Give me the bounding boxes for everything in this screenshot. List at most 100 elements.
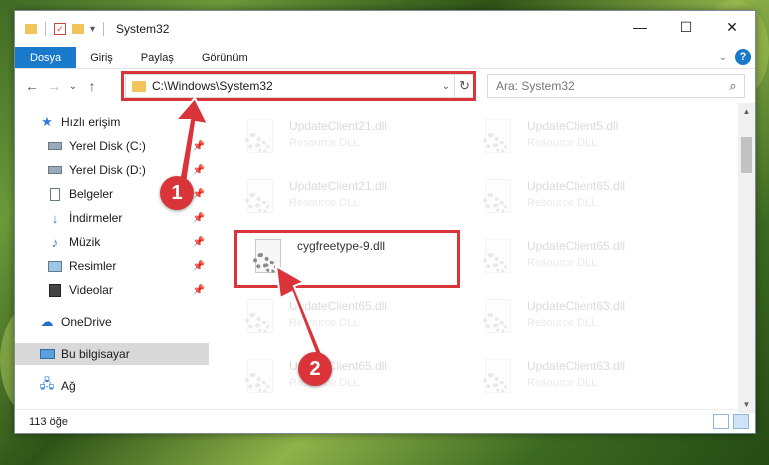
pin-icon[interactable]: 📌	[193, 285, 205, 296]
file-description: Resource DLL	[289, 197, 360, 209]
file-name: UpdateClient63.dll	[527, 359, 626, 373]
dll-file-icon	[481, 299, 515, 339]
pin-icon[interactable]: 📌	[193, 261, 205, 272]
computer-icon	[39, 346, 55, 362]
file-name: UpdateClient65.dll	[527, 179, 626, 193]
sidebar-item-music[interactable]: ♪ Müzik 📌	[15, 231, 209, 253]
expand-ribbon-icon[interactable]: ⌄	[719, 52, 727, 63]
file-description: Resource DLL	[289, 137, 360, 149]
window-title: System32	[116, 22, 170, 36]
star-icon: ★	[41, 114, 53, 129]
toolbar-divider	[103, 22, 105, 36]
sidebar-item-label: Bu bilgisayar	[61, 347, 130, 361]
sidebar-item-label: Videolar	[69, 283, 113, 297]
tab-paylas[interactable]: Paylaş	[127, 47, 188, 68]
sidebar-item-label: Belgeler	[69, 187, 114, 201]
dll-file-icon	[243, 179, 277, 219]
pin-icon[interactable]: 📌	[193, 141, 205, 152]
file-item[interactable]: UpdateClient63.dll Resource DLL	[481, 295, 701, 345]
pin-icon[interactable]: 📌	[193, 189, 205, 200]
sidebar-item-onedrive[interactable]: ☁ OneDrive	[15, 311, 209, 333]
scrollbar-thumb[interactable]	[741, 137, 752, 173]
dll-file-icon	[243, 119, 277, 159]
drive-icon	[47, 162, 63, 178]
pin-icon[interactable]: 📌	[193, 237, 205, 248]
file-description: Resource DLL	[289, 317, 360, 329]
forward-button[interactable]: →	[43, 78, 65, 94]
pin-icon[interactable]: 📌	[193, 165, 205, 176]
file-name: UpdateClient5.dll	[527, 119, 619, 133]
file-item[interactable]: UpdateClient65.dllResource DLL	[481, 235, 701, 285]
file-description: Resource DLL	[527, 317, 598, 329]
dll-file-icon	[481, 179, 515, 219]
dll-file-icon	[243, 299, 277, 339]
up-button[interactable]: ↑	[81, 78, 103, 94]
back-button[interactable]: ←	[21, 78, 43, 94]
sidebar-item-downloads[interactable]: ↓ İndirmeler 📌	[15, 207, 209, 229]
sidebar-item-label: Hızlı erişim	[61, 115, 121, 129]
file-description: Resource DLL	[527, 137, 598, 149]
sidebar-item-label: OneDrive	[61, 315, 112, 329]
sidebar-item-label: İndirmeler	[69, 211, 123, 225]
window-controls: — ☐ ✕	[617, 11, 755, 43]
file-item[interactable]: UpdateClient5.dll Resource DLL	[481, 115, 701, 165]
ribbon-tabs: Dosya Giriş Paylaş Görünüm ⌄ ?	[15, 47, 755, 69]
sidebar-item-pictures[interactable]: Resimler 📌	[15, 255, 209, 277]
customize-toolbar-icon[interactable]: ▾	[90, 24, 95, 35]
sidebar-item-quick-access[interactable]: ★ Hızlı erişim	[15, 111, 209, 133]
document-icon	[47, 186, 63, 202]
dll-file-icon	[243, 359, 277, 399]
maximize-button[interactable]: ☐	[663, 11, 709, 43]
ribbon-right-controls: ⌄ ?	[719, 49, 751, 65]
tiles-view-icon[interactable]	[733, 414, 749, 429]
network-icon: 🖧	[39, 376, 55, 391]
tab-gorunum[interactable]: Görünüm	[188, 47, 262, 68]
navigation-pane: ★ Hızlı erişim Yerel Disk (C:) 📌 Yerel D…	[15, 103, 211, 403]
download-icon: ↓	[51, 210, 59, 226]
item-count: 113 öğe	[29, 415, 68, 428]
sidebar-item-videos[interactable]: Videolar 📌	[15, 279, 209, 301]
pin-icon[interactable]: 📌	[193, 213, 205, 224]
tab-giris[interactable]: Giriş	[76, 47, 127, 68]
details-view-icon[interactable]	[713, 414, 729, 429]
status-bar: 113 öğe	[15, 409, 755, 433]
tab-dosya[interactable]: Dosya	[15, 47, 77, 68]
music-icon: ♪	[51, 234, 59, 250]
minimize-button[interactable]: —	[617, 11, 663, 43]
file-item[interactable]: UpdateClient65.dllResource DLL	[481, 175, 701, 225]
dll-file-icon	[481, 359, 515, 399]
vertical-scrollbar[interactable]: ▲ ▼	[738, 103, 755, 413]
file-name: UpdateClient21.dll	[289, 119, 388, 133]
view-toggle	[713, 414, 749, 429]
file-item[interactable]: UpdateClient21.dll Resource DLL	[243, 175, 463, 225]
drive-icon	[47, 138, 63, 154]
search-input[interactable]	[496, 79, 696, 93]
file-item[interactable]: UpdateClient65.dllResource DLL	[243, 355, 463, 403]
help-button[interactable]: ?	[735, 49, 751, 65]
file-name: UpdateClient65.dll	[289, 299, 388, 313]
file-description: Resource DLL	[527, 377, 598, 389]
file-highlight-box	[234, 230, 460, 288]
recent-locations-button[interactable]: ⌄	[65, 81, 81, 92]
video-icon	[47, 282, 63, 298]
file-description: Resource DLL	[527, 257, 598, 269]
file-item[interactable]: UpdateClient63.dll Resource DLL	[481, 355, 701, 403]
step-2-badge: 2	[298, 352, 332, 386]
file-name: UpdateClient21.dll	[289, 179, 388, 193]
sidebar-item-label: Yerel Disk (D:)	[69, 163, 146, 177]
new-folder-icon[interactable]	[72, 24, 84, 34]
file-item[interactable]: UpdateClient65.dll Resource DLL	[243, 295, 463, 345]
picture-icon	[47, 258, 63, 274]
close-button[interactable]: ✕	[709, 11, 755, 43]
cloud-icon: ☁	[40, 314, 54, 329]
file-item[interactable]: UpdateClient21.dll Resource DLL	[243, 115, 463, 165]
quick-access-toolbar: ✓ ▾	[25, 22, 106, 36]
properties-icon[interactable]: ✓	[54, 23, 66, 35]
sidebar-item-this-pc[interactable]: Bu bilgisayar	[15, 343, 209, 365]
sidebar-item-network[interactable]: 🖧 Ağ	[15, 375, 209, 397]
search-box[interactable]: ⌕	[487, 74, 745, 98]
scroll-up-icon[interactable]: ▲	[738, 103, 755, 120]
sidebar-item-local-disk-c[interactable]: Yerel Disk (C:) 📌	[15, 135, 209, 157]
address-highlight-box	[121, 71, 476, 101]
sidebar-item-label: Resimler	[69, 259, 117, 273]
